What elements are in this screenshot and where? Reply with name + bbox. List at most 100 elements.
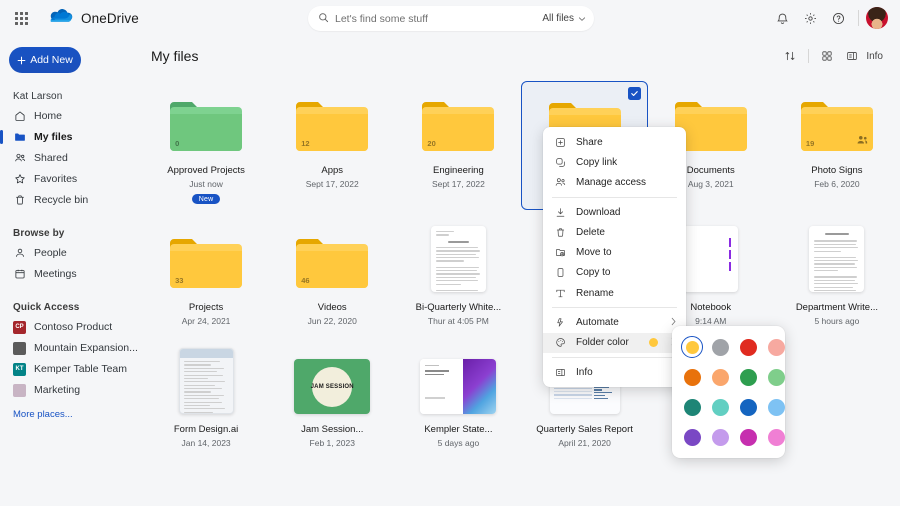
file-name: Notebook (690, 302, 731, 313)
rename-icon (554, 287, 567, 300)
context-menu-separator (552, 307, 677, 308)
onedrive-brand[interactable]: OneDrive (50, 8, 139, 28)
context-menu-item-automate[interactable]: Automate (543, 312, 686, 332)
sidebar: Add New Kat Larson Home My files (0, 36, 143, 506)
file-name: Apps (321, 165, 343, 176)
search-filter-dropdown[interactable]: All files (534, 13, 586, 24)
sidebar-item-label: People (34, 247, 67, 259)
color-swatch-magenta[interactable] (736, 425, 760, 449)
color-swatch-peach[interactable] (708, 365, 732, 389)
context-menu-item-label: Manage access (576, 177, 677, 188)
context-menu-item-rename[interactable]: Rename (543, 283, 686, 303)
help-question-icon[interactable] (825, 5, 851, 31)
settings-gear-icon[interactable] (797, 5, 823, 31)
sort-button[interactable] (779, 45, 801, 67)
search-input[interactable] (335, 13, 534, 25)
context-menu-item-share[interactable]: Share (543, 132, 686, 152)
sidebar-item-contoso-product[interactable]: CP Contoso Product (0, 317, 143, 337)
sidebar-item-meetings[interactable]: Meetings (0, 264, 143, 284)
color-swatch-purple[interactable] (680, 425, 704, 449)
notifications-bell-icon[interactable] (769, 5, 795, 31)
color-swatch-gray[interactable] (708, 335, 732, 359)
sidebar-item-my-files[interactable]: My files (0, 127, 143, 147)
file-tile[interactable]: Kempler State... 5 days ago (395, 340, 521, 454)
folder-color-icon (554, 336, 567, 349)
context-menu-item-download[interactable]: Download (543, 202, 686, 222)
user-avatar[interactable] (866, 7, 888, 29)
file-tile[interactable]: JAM SESSION Jam Session... Feb 1, 2023 (269, 340, 395, 454)
file-name: Photo Signs (811, 165, 862, 176)
file-date: Sept 17, 2022 (432, 179, 485, 189)
file-tile[interactable]: 46 Videos Jun 22, 2020 (269, 218, 395, 332)
selection-checkbox[interactable] (628, 87, 641, 100)
plus-icon (17, 56, 26, 65)
folder-thumbnail: 0 (168, 89, 244, 155)
color-swatch-teal[interactable] (680, 395, 704, 419)
file-tile[interactable]: 0 Approved Projects Just now New (143, 81, 269, 210)
context-menu-item-copy-link[interactable]: Copy link (543, 152, 686, 172)
app-launcher-icon[interactable] (6, 0, 36, 36)
star-icon (13, 173, 26, 186)
context-menu-item-folder-color[interactable]: Folder color (543, 333, 686, 353)
color-swatch-red[interactable] (736, 335, 760, 359)
mountain-expansion-icon (13, 342, 26, 355)
color-swatch-light-blue[interactable] (764, 395, 788, 419)
file-name: Approved Projects (167, 165, 245, 176)
search-bar: All files (308, 6, 594, 31)
context-menu-item-info[interactable]: Info (543, 362, 686, 382)
illustrator-form-preview (179, 348, 234, 414)
color-swatch-yellow[interactable] (680, 335, 704, 359)
sidebar-item-recycle-bin[interactable]: Recycle bin (0, 190, 143, 210)
sidebar-item-label: Mountain Expansion... (34, 342, 138, 354)
file-date: Jan 14, 2023 (182, 438, 231, 448)
context-menu-item-delete[interactable]: Delete (543, 222, 686, 242)
info-label-wrap[interactable]: Info (866, 45, 888, 67)
color-swatch-orange[interactable] (680, 365, 704, 389)
sidebar-item-favorites[interactable]: Favorites (0, 169, 143, 189)
folder-icon: 0 (168, 97, 244, 155)
people-icon (13, 152, 26, 165)
color-swatch-pink[interactable] (764, 425, 788, 449)
share-icon (554, 136, 567, 149)
file-tile[interactable]: 12 Apps Sept 17, 2022 (269, 81, 395, 210)
color-swatch-green[interactable] (736, 365, 760, 389)
folder-color-picker (672, 326, 785, 458)
sidebar-item-home[interactable]: Home (0, 106, 143, 126)
context-menu-item-manage-access[interactable]: Manage access (543, 173, 686, 193)
file-tile[interactable]: Form Design.ai Jan 14, 2023 (143, 340, 269, 454)
color-swatch-lavender[interactable] (708, 425, 732, 449)
sidebar-item-kemper-table-team[interactable]: KT Kemper Table Team (0, 359, 143, 379)
file-tile[interactable]: 20 Engineering Sept 17, 2022 (395, 81, 521, 210)
folder-thumbnail: 19 (799, 89, 875, 155)
sidebar-item-people[interactable]: People (0, 243, 143, 263)
sidebar-item-shared[interactable]: Shared (0, 148, 143, 168)
toolbar-divider (858, 10, 859, 26)
color-swatch-light-green[interactable] (764, 365, 788, 389)
onedrive-app: OneDrive All files (0, 0, 900, 506)
file-date: Aug 3, 2021 (688, 179, 734, 189)
view-switcher-button[interactable] (816, 45, 838, 67)
new-badge: New (192, 194, 221, 204)
brand-label: OneDrive (81, 11, 139, 26)
folder-thumbnail: 33 (168, 226, 244, 292)
add-new-button[interactable]: Add New (9, 47, 81, 73)
folder-thumbnail: 46 (294, 226, 370, 292)
file-tile[interactable]: Department Write... 5 hours ago (774, 218, 900, 332)
color-swatch-salmon[interactable] (764, 335, 788, 359)
file-tile[interactable]: Bi-Quarterly White... Thur at 4:05 PM (395, 218, 521, 332)
info-button[interactable] (841, 45, 863, 67)
more-places-link[interactable]: More places... (0, 409, 143, 420)
sidebar-item-marketing[interactable]: Marketing (0, 380, 143, 400)
file-tile[interactable]: 19 Photo Signs Feb 6, 2020 (774, 81, 900, 210)
color-swatch-aqua[interactable] (708, 395, 732, 419)
context-menu-item-move-to[interactable]: Move to (543, 242, 686, 262)
color-swatch-blue[interactable] (736, 395, 760, 419)
automate-icon (554, 316, 567, 329)
folder-item-count: 20 (427, 139, 435, 148)
sidebar-item-mountain-expansion[interactable]: Mountain Expansion... (0, 338, 143, 358)
download-icon (554, 206, 567, 219)
page-title: My files (151, 48, 198, 64)
context-menu-item-copy-to[interactable]: Copy to (543, 263, 686, 283)
file-tile[interactable]: 33 Projects Apr 24, 2021 (143, 218, 269, 332)
contoso-product-icon: CP (13, 321, 26, 334)
